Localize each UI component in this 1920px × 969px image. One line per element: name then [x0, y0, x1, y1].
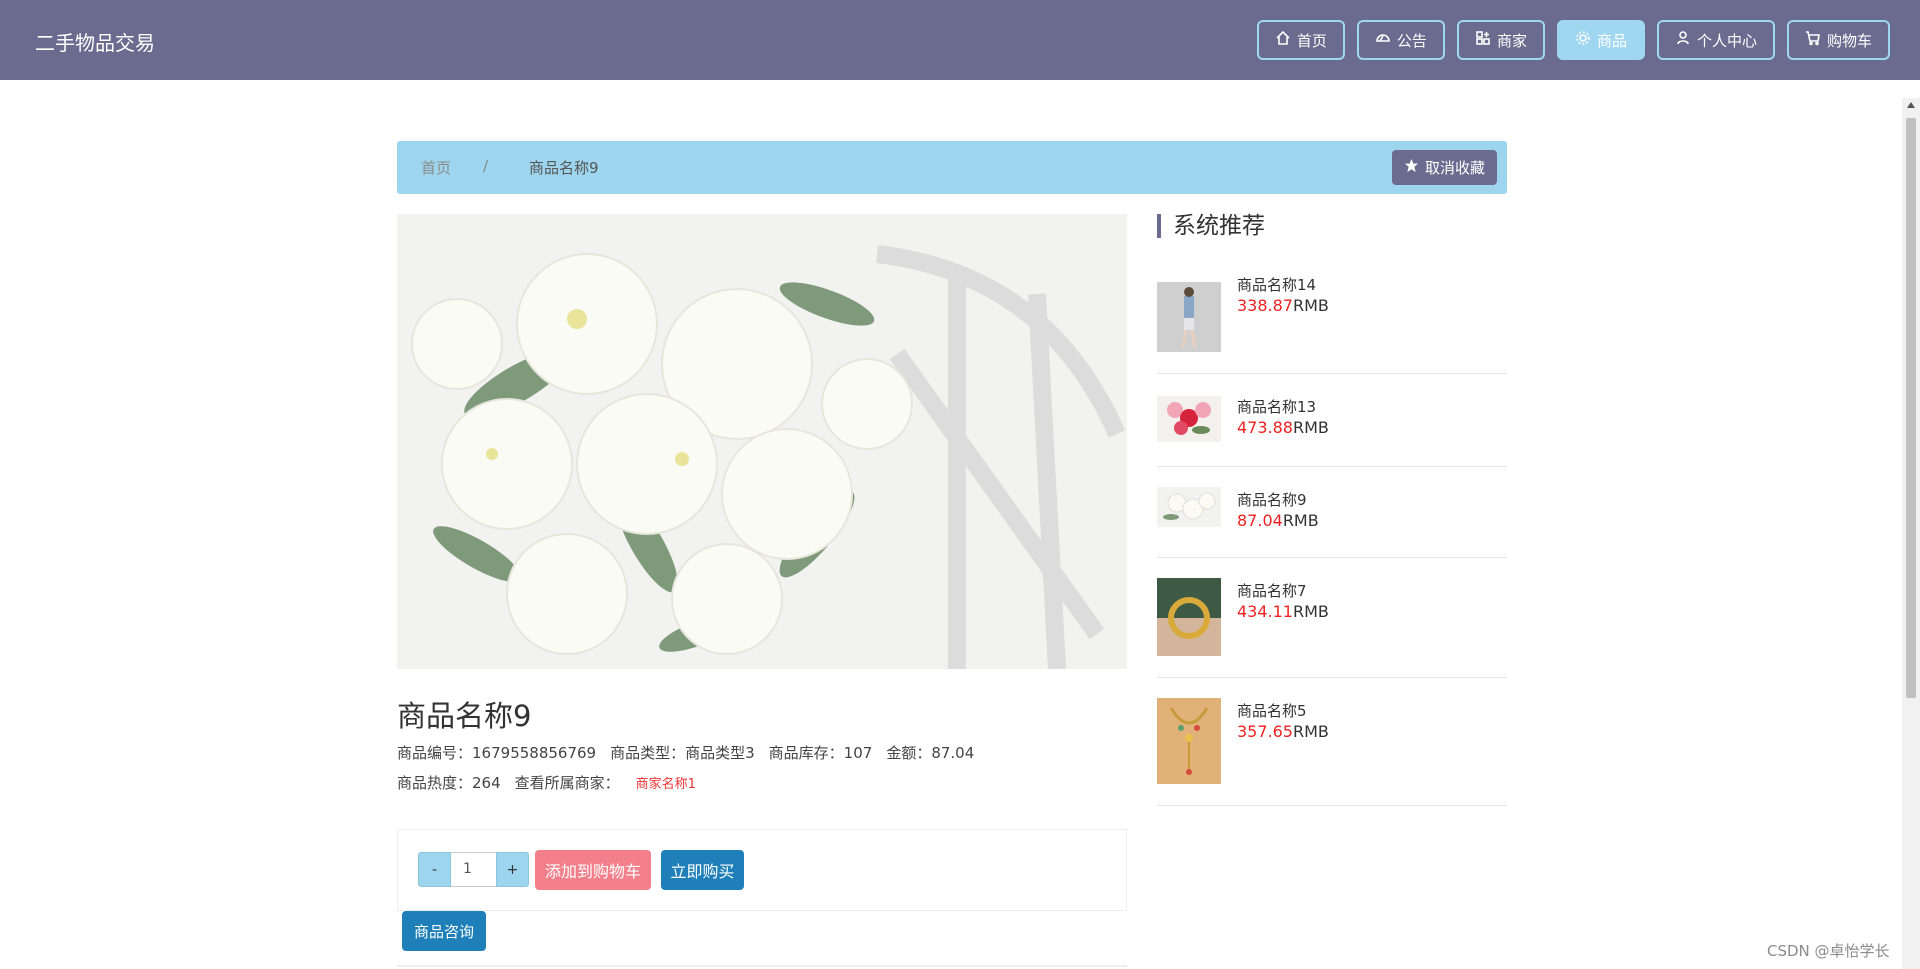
nav-cart-label: 购物车: [1826, 31, 1872, 50]
recommend-thumbnail[interactable]: [1157, 487, 1221, 527]
top-navbar: 二手物品交易 首页 公告 商家 商品 个人中心 购物车: [0, 0, 1920, 80]
watermark: CSDN @卓怡学长: [1767, 942, 1890, 960]
scrollbar-thumb[interactable]: [1906, 118, 1916, 698]
recommend-item[interactable]: 商品名称9 87.04RMB: [1157, 467, 1507, 558]
star-icon: [1404, 158, 1419, 177]
product-type: 商品类型3: [685, 744, 755, 762]
price-unit: RMB: [1292, 602, 1329, 621]
recommend-item-price-value: 338.87: [1237, 296, 1293, 315]
purchase-box: - 1 + 添加到购物车 立即购买: [397, 829, 1127, 911]
recommend-item[interactable]: 商品名称5 357.65RMB: [1157, 678, 1507, 806]
announcement-icon: [1375, 30, 1391, 50]
page-scrollbar[interactable]: [1902, 98, 1920, 969]
nav-merchant-button[interactable]: 商家: [1456, 20, 1545, 60]
buy-now-button[interactable]: 立即购买: [661, 850, 744, 890]
product-title: 商品名称9: [397, 699, 532, 733]
user-icon: [1675, 30, 1691, 50]
grid-icon: [1475, 30, 1491, 50]
price-unit: RMB: [1282, 511, 1319, 530]
merchant-label: 查看所属商家：: [514, 774, 620, 792]
breadcrumb-home-link[interactable]: 首页: [421, 157, 451, 178]
quantity-decrease-button[interactable]: -: [418, 852, 451, 887]
unfavorite-button[interactable]: 取消收藏: [1391, 150, 1497, 185]
recommend-item-price: 87.04RMB: [1237, 511, 1319, 530]
product-stock: 107: [843, 744, 873, 762]
home-icon: [1275, 30, 1291, 50]
quantity-input[interactable]: 1: [451, 852, 496, 887]
recommend-item-price-value: 434.11: [1237, 602, 1293, 621]
product-consult-button[interactable]: 商品咨询: [402, 911, 486, 951]
site-brand[interactable]: 二手物品交易: [35, 27, 155, 56]
recommend-item-price: 357.65RMB: [1237, 722, 1329, 741]
breadcrumb: 首页 / 商品名称9 取消收藏: [397, 141, 1507, 194]
recommend-item-price: 338.87RMB: [1237, 296, 1329, 315]
product-heat-label: 商品热度：: [397, 774, 473, 792]
nav-announcement-label: 公告: [1396, 31, 1427, 50]
product-image: [397, 214, 1127, 669]
product-info-row-1: 商品编号：1679558856769 商品类型：商品类型3 商品库存：107 金…: [397, 742, 974, 763]
price-unit: RMB: [1292, 418, 1329, 437]
cart-icon: [1805, 30, 1821, 50]
add-to-cart-button[interactable]: 添加到购物车: [535, 850, 651, 890]
recommend-item-name[interactable]: 商品名称14: [1237, 274, 1316, 295]
product-stock-label: 商品库存：: [768, 744, 844, 762]
recommend-item[interactable]: 商品名称13 473.88RMB: [1157, 374, 1507, 467]
recommend-item-price-value: 87.04: [1237, 511, 1283, 530]
recommend-item-name[interactable]: 商品名称13: [1237, 396, 1316, 417]
scroll-up-arrow-icon[interactable]: [1907, 102, 1915, 108]
product-price-label: 金额：: [886, 744, 932, 762]
breadcrumb-separator: /: [483, 157, 489, 175]
recommend-title: 系统推荐: [1157, 214, 1265, 238]
nav-profile-label: 个人中心: [1696, 31, 1757, 50]
product-heat: 264: [472, 774, 501, 792]
recommend-item-price: 473.88RMB: [1237, 418, 1329, 437]
nav-goods-button[interactable]: 商品: [1556, 20, 1645, 60]
merchant-link[interactable]: 商家名称1: [636, 777, 696, 792]
product-code: 1679558856769: [472, 744, 597, 762]
divider: [397, 965, 1127, 967]
recommend-thumbnail[interactable]: [1157, 698, 1221, 784]
recommend-item-price-value: 357.65: [1237, 722, 1293, 741]
nav-goods-label: 商品: [1596, 31, 1627, 50]
product-code-label: 商品编号：: [397, 744, 473, 762]
recommend-item[interactable]: 商品名称14 338.87RMB: [1157, 270, 1507, 374]
nav-announcement-button[interactable]: 公告: [1356, 20, 1445, 60]
nav-profile-button[interactable]: 个人中心: [1656, 20, 1775, 60]
product-price: 87.04: [931, 744, 975, 762]
price-unit: RMB: [1292, 296, 1329, 315]
price-unit: RMB: [1292, 722, 1329, 741]
main-nav: 首页 公告 商家 商品 个人中心 购物车: [1256, 20, 1890, 60]
recommend-item-name[interactable]: 商品名称5: [1237, 700, 1307, 721]
nav-home-label: 首页: [1296, 31, 1327, 50]
recommend-item-price-value: 473.88: [1237, 418, 1293, 437]
breadcrumb-current: 商品名称9: [529, 159, 599, 177]
quantity-increase-button[interactable]: +: [496, 852, 529, 887]
nav-cart-button[interactable]: 购物车: [1786, 20, 1890, 60]
product-type-label: 商品类型：: [610, 744, 686, 762]
product-info-row-2: 商品热度：264 查看所属商家： 商家名称1: [397, 772, 696, 793]
recommend-thumbnail[interactable]: [1157, 578, 1221, 656]
nav-merchant-label: 商家: [1496, 31, 1527, 50]
unfavorite-label: 取消收藏: [1424, 159, 1485, 177]
goods-icon: [1575, 30, 1591, 50]
nav-home-button[interactable]: 首页: [1256, 20, 1345, 60]
recommend-thumbnail[interactable]: [1157, 396, 1221, 442]
recommend-item-price: 434.11RMB: [1237, 602, 1329, 621]
recommend-item-name[interactable]: 商品名称9: [1237, 489, 1307, 510]
recommend-item[interactable]: 商品名称7 434.11RMB: [1157, 558, 1507, 678]
recommend-thumbnail[interactable]: [1157, 282, 1221, 352]
recommend-item-name[interactable]: 商品名称7: [1237, 580, 1307, 601]
